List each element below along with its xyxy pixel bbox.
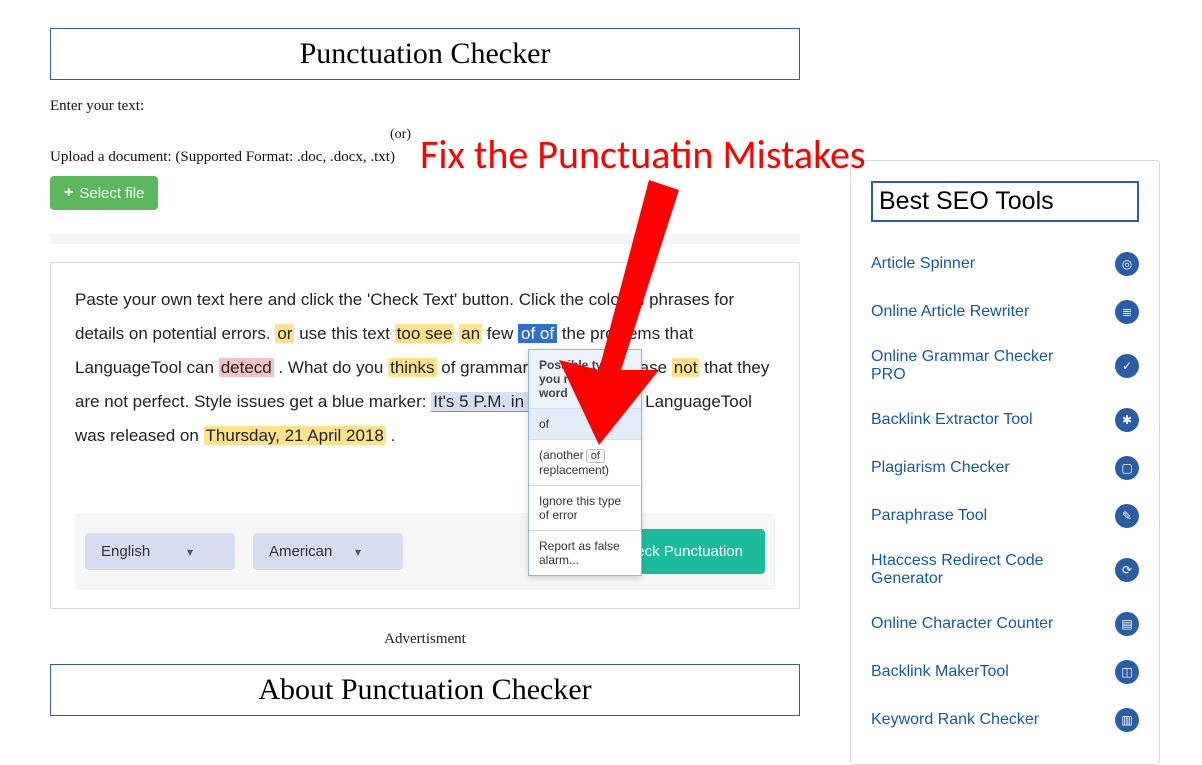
tool-icon: ✓ xyxy=(1115,354,1139,378)
select-file-label: Select file xyxy=(79,185,144,202)
highlight-or[interactable]: or xyxy=(275,324,294,343)
language-select[interactable]: English ▾ xyxy=(85,533,235,570)
upload-hint: Upload a document: (Supported Format: .d… xyxy=(50,149,800,166)
tool-label: Article Spinner xyxy=(871,255,975,273)
tool-label: Paraphrase Tool xyxy=(871,507,987,525)
text-span: (another xyxy=(539,448,584,462)
about-header-box: About Punctuation Checker xyxy=(50,664,800,716)
suggestion-item[interactable]: of xyxy=(529,408,641,439)
highlight-of-of[interactable]: of of xyxy=(518,324,557,343)
plus-icon: + xyxy=(64,184,73,202)
select-file-button[interactable]: + Select file xyxy=(50,176,158,210)
sidebar-card: Best SEO Tools Article Spinner ◎ Online A… xyxy=(850,160,1160,765)
highlight-not[interactable]: not xyxy=(672,358,700,377)
highlight-an[interactable]: an xyxy=(459,324,482,343)
tool-icon: ◎ xyxy=(1115,252,1139,276)
popover-heading: Possible typo: you repeated a word xyxy=(529,350,641,408)
variant-value: American xyxy=(269,543,332,560)
text-span: use this text xyxy=(299,324,394,343)
about-title: About Punctuation Checker xyxy=(61,673,789,707)
sidebar-title-box: Best SEO Tools xyxy=(871,181,1139,222)
variant-select[interactable]: American ▾ xyxy=(253,533,403,570)
ignore-error[interactable]: Ignore this type of error xyxy=(529,485,641,530)
chevron-down-icon: ▾ xyxy=(355,545,361,559)
tool-icon: ▢ xyxy=(1115,456,1139,480)
tool-icon: ✱ xyxy=(1115,408,1139,432)
tool-link-grammar-checker[interactable]: Online Grammar Checker PRO ✓ xyxy=(871,336,1139,396)
tool-label: Keyword Rank Checker xyxy=(871,711,1039,729)
tool-icon: ▤ xyxy=(1115,612,1139,636)
tool-link-article-rewriter[interactable]: Online Article Rewriter ≣ xyxy=(871,288,1139,336)
text-span: replacement) xyxy=(539,463,609,477)
tool-link-backlink-extractor[interactable]: Backlink Extractor Tool ✱ xyxy=(871,396,1139,444)
tool-link-keyword-rank[interactable]: Keyword Rank Checker ▥ xyxy=(871,696,1139,744)
highlight-date[interactable]: Thursday, 21 April 2018 xyxy=(204,426,386,445)
editor-content[interactable]: Paste your own text here and click the '… xyxy=(75,283,775,453)
correction-popover: Possible typo: you repeated a word of (a… xyxy=(528,349,642,576)
highlight-detecd[interactable]: detecd xyxy=(219,358,274,377)
tool-link-paraphrase-tool[interactable]: Paraphrase Tool ✎ xyxy=(871,492,1139,540)
tool-icon: ▥ xyxy=(1115,708,1139,732)
another-replacement[interactable]: (anotherof replacement) xyxy=(529,439,641,485)
tool-label: Plagiarism Checker xyxy=(871,459,1010,477)
editor-toolbar: English ▾ American ▾ Check Punctuation xyxy=(75,513,775,590)
or-separator: (or) xyxy=(390,127,411,143)
tool-link-backlink-maker[interactable]: Backlink MakerTool ◫ xyxy=(871,648,1139,696)
tool-label: Online Article Rewriter xyxy=(871,303,1029,321)
tool-icon: ≣ xyxy=(1115,300,1139,324)
text-span: few xyxy=(487,324,518,343)
text-span: . xyxy=(391,426,396,445)
language-value: English xyxy=(101,543,150,560)
chevron-down-icon: ▾ xyxy=(187,545,193,559)
tool-link-article-spinner[interactable]: Article Spinner ◎ xyxy=(871,240,1139,288)
tool-label: Backlink Extractor Tool xyxy=(871,411,1033,429)
tool-link-character-counter[interactable]: Online Character Counter ▤ xyxy=(871,600,1139,648)
tool-link-plagiarism-checker[interactable]: Plagiarism Checker ▢ xyxy=(871,444,1139,492)
page-title: Punctuation Checker xyxy=(61,37,789,71)
section-divider xyxy=(50,234,800,244)
replacement-chip: of xyxy=(586,449,605,463)
tool-label: Online Grammar Checker PRO xyxy=(871,348,1071,384)
tool-label: Online Character Counter xyxy=(871,615,1053,633)
tool-link-htaccess-generator[interactable]: Htaccess Redirect Code Generator ⟳ xyxy=(871,540,1139,600)
tool-icon: ✎ xyxy=(1115,504,1139,528)
text-span: . What do you xyxy=(278,358,388,377)
enter-text-label: Enter your text: xyxy=(50,98,800,115)
highlight-thinks[interactable]: thinks xyxy=(388,358,436,377)
report-false-alarm[interactable]: Report as false alarm... xyxy=(529,530,641,575)
highlight-too-see[interactable]: too see xyxy=(395,324,455,343)
sidebar-title: Best SEO Tools xyxy=(879,187,1131,216)
tool-icon: ◫ xyxy=(1115,660,1139,684)
page-header-box: Punctuation Checker xyxy=(50,28,800,80)
advertisement-label: Advertisment xyxy=(50,631,800,648)
tool-icon: ⟳ xyxy=(1115,558,1139,582)
text-editor[interactable]: Paste your own text here and click the '… xyxy=(50,262,800,609)
tool-label: Htaccess Redirect Code Generator xyxy=(871,552,1071,588)
tool-label: Backlink MakerTool xyxy=(871,663,1009,681)
